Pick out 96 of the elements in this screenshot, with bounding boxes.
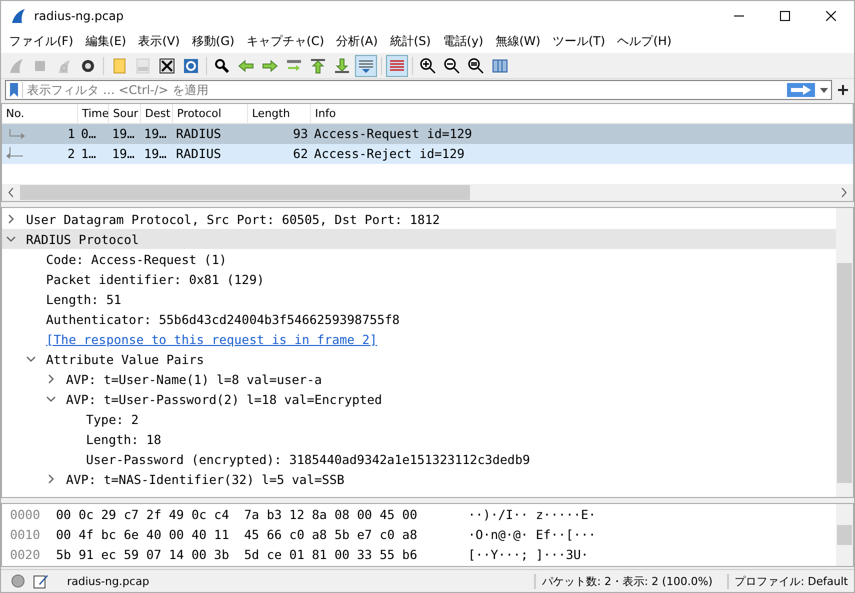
table-cell-text: 19… xyxy=(144,145,167,164)
table-cell-text: 62 xyxy=(292,145,308,164)
lines-icon xyxy=(389,58,405,74)
menu-item[interactable]: 無線(W) xyxy=(489,33,546,50)
zoom-out-icon xyxy=(444,58,460,74)
scroll-right-icon[interactable] xyxy=(841,188,847,198)
jump-icon xyxy=(286,58,302,74)
column-header[interactable]: Dest xyxy=(141,104,173,124)
edit-icon[interactable] xyxy=(33,573,49,590)
ascii-bytes: [··Y···; ]···3U· xyxy=(468,547,588,562)
table-cell-text: Access-Reject id=129 xyxy=(314,145,465,164)
ascii-bytes: ··)·/I·· z·····E· xyxy=(468,507,596,522)
fin-icon xyxy=(10,8,26,24)
tree-item[interactable]: Packet identifier: 0x81 (129) xyxy=(42,272,264,287)
vertical-scrollbar[interactable] xyxy=(836,504,853,566)
tree-item[interactable]: Length: 51 xyxy=(42,292,122,307)
scroll-left-icon[interactable] xyxy=(8,188,14,198)
tree-item[interactable]: Length: 18 xyxy=(82,432,162,447)
menu-item[interactable]: 編集(E) xyxy=(79,33,132,50)
menu-item[interactable]: ヘルプ(H) xyxy=(611,33,678,50)
table-cell-text: Access-Request id=129 xyxy=(314,125,472,144)
column-header[interactable]: Time xyxy=(78,104,109,124)
vertical-scrollbar[interactable] xyxy=(836,208,853,497)
column-header[interactable]: No. xyxy=(2,104,78,124)
menu-item[interactable]: ファイル(F) xyxy=(3,33,80,50)
related-packet-icon xyxy=(5,147,25,162)
zoom-in-icon xyxy=(420,58,436,74)
menu-item[interactable]: キャプチャ(C) xyxy=(240,33,330,50)
table-cell-text: 19… xyxy=(112,145,135,164)
byte-offset: 0010 xyxy=(9,527,42,542)
byte-offset: 0000 xyxy=(9,507,42,522)
file-name: radius-ng.pcap xyxy=(67,574,150,588)
gear-icon xyxy=(80,58,96,74)
horizontal-scrollbar[interactable] xyxy=(2,184,853,202)
toolbar-button[interactable] xyxy=(355,54,377,77)
maximize-icon xyxy=(780,11,790,21)
folder-icon xyxy=(111,58,127,74)
menu-item[interactable]: 統計(S) xyxy=(384,33,437,50)
zoom-reset-icon xyxy=(468,58,484,74)
packet-row[interactable]: 2 1… 19… 19… RADIUS 62 Access-Reject id=129 xyxy=(2,144,853,164)
tree-item[interactable]: Attribute Value Pairs xyxy=(42,352,204,367)
ascii-bytes: ·O·n@·@· Ef··[··· xyxy=(468,527,596,542)
close-icon xyxy=(826,11,836,21)
apply-filter-button[interactable] xyxy=(787,83,815,98)
tree-item[interactable]: AVP: t=User-Password(2) l=18 val=Encrypted xyxy=(62,392,382,407)
tree-item[interactable]: AVP: t=User-Name(1) l=8 val=user-a xyxy=(62,372,322,387)
byte-offset: 0020 xyxy=(9,547,42,562)
tree-item[interactable]: Code: Access-Request (1) xyxy=(42,252,227,267)
table-cell-text: 0… xyxy=(81,125,96,144)
autoscroll-icon xyxy=(358,58,374,74)
menu-item[interactable]: 電話(y) xyxy=(436,33,490,50)
menu-item[interactable]: 分析(A) xyxy=(330,33,384,50)
caret-icon xyxy=(820,88,828,93)
column-header[interactable]: Length xyxy=(248,104,311,124)
bookmark-icon xyxy=(9,83,19,98)
menu-item[interactable]: ツール(T) xyxy=(546,33,612,50)
tree-item[interactable]: Type: 2 xyxy=(82,412,139,427)
menu-item[interactable]: 表示(V) xyxy=(132,33,186,50)
search-icon xyxy=(214,58,230,74)
tree-item[interactable]: RADIUS Protocol xyxy=(22,232,139,247)
restart-icon xyxy=(56,58,72,74)
up-arrow-icon xyxy=(310,58,326,74)
down-arrow-icon xyxy=(334,58,350,74)
packet-row[interactable]: 1 0… 19… 19… RADIUS 93 Access-Request id=129 xyxy=(2,124,853,144)
table-cell-text: 19… xyxy=(112,125,135,144)
packet-count: パケット数: 2・表示: 2 (100.0%) xyxy=(534,574,719,589)
table-cell-text: 1… xyxy=(81,145,96,164)
hex-bytes: 00 0c 29 c7 2f 49 0c c4 7a b3 12 8a 08 00 45 00 xyxy=(56,507,418,522)
fin-icon xyxy=(8,58,24,74)
table-cell-text: 1 xyxy=(67,125,75,144)
window-title: radius-ng.pcap xyxy=(34,9,124,23)
reload-icon xyxy=(183,58,199,74)
column-header[interactable]: Sour xyxy=(109,104,141,124)
left-arrow-icon xyxy=(238,58,254,74)
menu-item[interactable]: 移動(G) xyxy=(186,33,240,50)
tree-item[interactable]: AVP: t=NAS-Identifier(32) l=5 val=SSB xyxy=(62,472,344,487)
table-cell-text: RADIUS xyxy=(176,145,222,164)
hex-bytes: 00 4f bc 6e 40 00 40 11 45 66 c0 a8 5b e7 c0 a8 xyxy=(56,527,418,542)
tree-item[interactable]: User Datagram Protocol, Src Port: 60505, Dst Port: 1812 xyxy=(22,212,440,227)
right-arrow-icon xyxy=(262,58,278,74)
table-cell-text: RADIUS xyxy=(176,125,222,144)
table-cell-text: 2 xyxy=(67,145,75,164)
binary-file-icon xyxy=(135,58,151,74)
column-header[interactable]: Protocol xyxy=(173,104,248,124)
table-cell-text: 93 xyxy=(292,125,308,144)
table-cell-text: 19… xyxy=(144,125,167,144)
close-file-icon xyxy=(159,58,175,74)
status-circle-icon xyxy=(11,574,25,588)
profile-label[interactable]: プロファイル: Default xyxy=(726,574,854,589)
hex-bytes: 5b 91 ec 59 07 14 00 3b 5d ce 01 81 00 33 55 b6 xyxy=(56,547,418,562)
tree-item[interactable]: User-Password (encrypted): 3185440ad9342a1e151323112c3dedb9 xyxy=(82,452,530,467)
columns-icon xyxy=(492,58,508,74)
frame-link[interactable]: [The response to this request is in frame 2] xyxy=(42,332,378,347)
column-header[interactable]: Info xyxy=(311,104,853,124)
filter-bar[interactable]: 表示フィルタ … <Ctrl-/> を適用 xyxy=(5,80,832,100)
tree-item[interactable]: Authenticator: 55b6d43cd24004b3f5466259398755f8 xyxy=(42,312,400,327)
